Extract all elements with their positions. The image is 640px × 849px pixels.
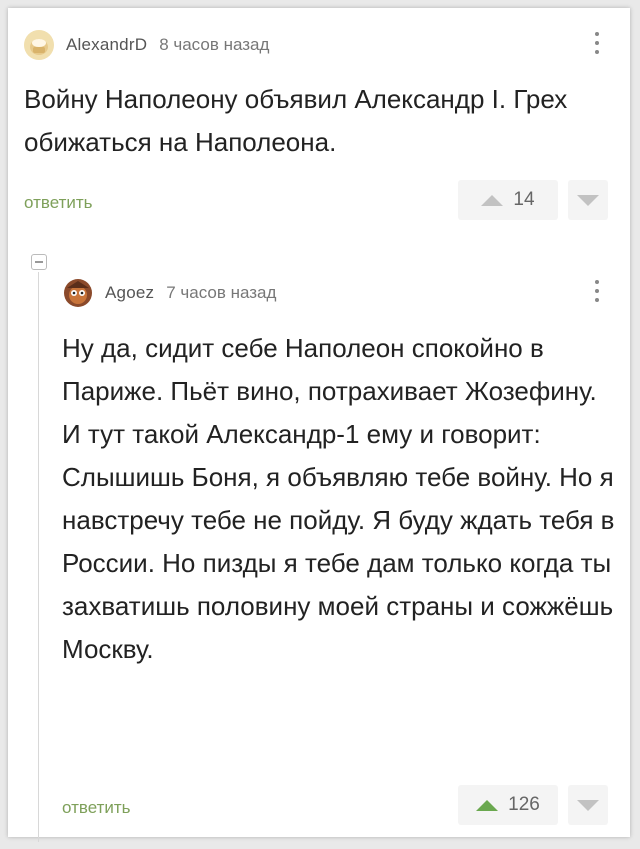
downvote-icon	[577, 799, 599, 811]
avatar-icon[interactable]	[24, 30, 54, 60]
avatar-icon[interactable]	[63, 278, 93, 308]
downvote-icon	[577, 194, 599, 206]
more-options-icon[interactable]	[594, 32, 600, 54]
reply-button[interactable]: ответить	[62, 798, 131, 818]
thread-line[interactable]	[38, 272, 39, 842]
upvote-icon	[476, 799, 499, 811]
comment-text: Ну да, сидит себе Наполеон спокойно в Па…	[62, 333, 615, 664]
comment-author[interactable]: Agoez	[105, 283, 154, 303]
comment-thread: AlexandrD 8 часов назад Войну Наполеону …	[8, 8, 630, 842]
comment-author[interactable]: AlexandrD	[66, 35, 147, 55]
comment-text: Войну Наполеону объявил Александр I. Гре…	[24, 84, 568, 157]
upvote-icon	[481, 194, 504, 206]
collapse-thread-icon[interactable]	[31, 254, 47, 270]
comment-header: Agoez 7 часов назад	[63, 278, 276, 308]
downvote-button[interactable]	[568, 785, 608, 825]
vote-score: 126	[508, 794, 540, 815]
upvote-button[interactable]: 126	[458, 785, 558, 825]
upvote-button[interactable]: 14	[458, 180, 558, 220]
vote-score: 14	[513, 189, 535, 210]
more-options-icon[interactable]	[594, 280, 600, 302]
comment-header: AlexandrD 8 часов назад	[24, 30, 269, 60]
reply-button[interactable]: ответить	[24, 193, 93, 213]
downvote-button[interactable]	[568, 180, 608, 220]
comment-time: 7 часов назад	[166, 283, 277, 302]
comment-time: 8 часов назад	[159, 35, 270, 54]
